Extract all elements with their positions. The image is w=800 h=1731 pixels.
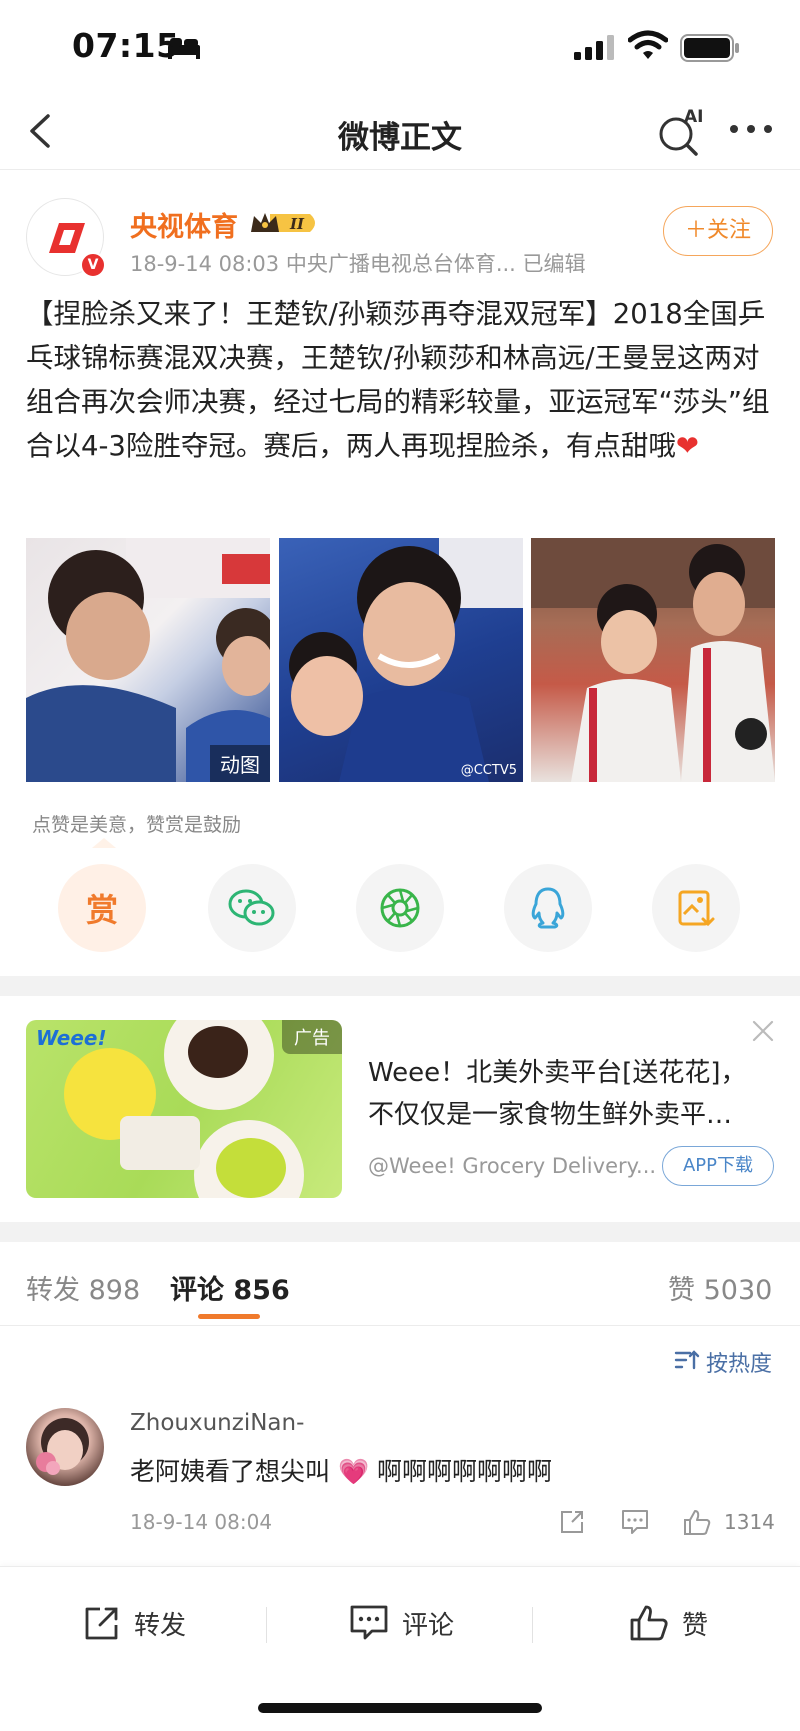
- follow-button[interactable]: ＋关注: [663, 206, 773, 256]
- author-name[interactable]: 央视体育: [130, 205, 238, 244]
- photo-portrait-scene: [289, 538, 523, 782]
- bottom-divider-1: [266, 1607, 267, 1643]
- comment-username[interactable]: ZhouxunziNan-: [130, 1410, 304, 1436]
- comment-like-count: 1314: [724, 1510, 775, 1534]
- active-tab-indicator: [198, 1314, 260, 1319]
- reward-hint: 点赞是美意，赞赏是鼓励: [32, 814, 242, 836]
- heart-emoji: ❤: [675, 430, 699, 462]
- comment-avatar-photo: [36, 1418, 89, 1475]
- repost-label: 转发: [134, 1610, 187, 1641]
- comment-like-icon[interactable]: [682, 1508, 712, 1536]
- ad-image[interactable]: Weee! 广告: [26, 1020, 342, 1198]
- like-icon: [630, 1605, 668, 1641]
- ad-title[interactable]: Weee！北美外卖平台[送花花]，不仅仅是一家食物生鲜外卖平…: [368, 1052, 768, 1136]
- share-wechat-button[interactable]: [208, 864, 296, 952]
- status-time: 07:15: [72, 26, 180, 65]
- tab-repost[interactable]: 转发 898: [26, 1268, 140, 1307]
- ad-source: @Weee! Grocery Delivery...: [368, 1154, 657, 1178]
- reward-button[interactable]: 赏: [58, 864, 146, 952]
- sleep-focus-icon: [168, 38, 200, 59]
- sort-label: 按热度: [706, 1352, 773, 1377]
- post-images: 动图 @CCTV5: [26, 538, 776, 782]
- comment-reply-icon[interactable]: [620, 1508, 650, 1536]
- ad-slice-plate: [120, 1116, 200, 1170]
- like-label: 赞: [682, 1610, 709, 1641]
- reward-caret: [92, 838, 116, 848]
- save-image-icon: [678, 890, 715, 927]
- section-divider-2: [0, 1222, 800, 1242]
- share-row: 赏: [0, 864, 800, 954]
- post-meta: 18-9-14 08:03 中央广播电视总台体育... 已编辑: [130, 252, 586, 276]
- moments-icon: [380, 888, 420, 928]
- tab-like[interactable]: 赞 5030: [668, 1268, 772, 1307]
- reward-icon: 赏: [85, 891, 118, 929]
- sort-icon: [674, 1350, 700, 1370]
- verified-badge: V: [80, 252, 106, 278]
- more-icon[interactable]: [728, 114, 774, 144]
- repost-icon: [85, 1607, 118, 1640]
- save-image-button[interactable]: [652, 864, 740, 952]
- comment-icon: [350, 1605, 388, 1640]
- close-icon[interactable]: [750, 1018, 776, 1044]
- wifi-icon: [628, 30, 668, 59]
- comment-button[interactable]: 评论: [348, 1601, 454, 1645]
- ai-search-button[interactable]: AI: [656, 106, 708, 162]
- nav-bar: 微博正文 AI: [0, 96, 800, 170]
- comment-text: 老阿姨看了想尖叫 💗 啊啊啊啊啊啊啊: [130, 1457, 553, 1486]
- repost-button[interactable]: 转发: [82, 1601, 186, 1645]
- gif-badge: 动图: [210, 745, 270, 782]
- home-indicator: [258, 1703, 542, 1713]
- post-image-2[interactable]: @CCTV5: [279, 538, 523, 782]
- vip-crown-icon: II: [251, 213, 315, 233]
- ad-brand-logo: Weee!: [36, 1026, 107, 1050]
- app-download-button[interactable]: APP下载: [662, 1146, 774, 1186]
- ai-label: AI: [684, 107, 703, 127]
- post-text: 【捏脸杀又来了！王楚钦/孙颖莎再夺混双冠军】2018全国乒乓球锦标赛混双决赛，王…: [26, 292, 776, 468]
- status-bar: 07:15: [0, 0, 800, 96]
- ad-matcha-cake: [216, 1138, 286, 1198]
- post-body: 【捏脸杀又来了！王楚钦/孙颖莎再夺混双冠军】2018全国乒乓球锦标赛混双决赛，王…: [26, 298, 770, 462]
- image-watermark: @CCTV5: [460, 763, 517, 778]
- ai-search-icon: AI: [659, 107, 703, 156]
- vip-level: II: [289, 215, 305, 233]
- bottom-divider-2: [532, 1607, 533, 1643]
- comment-avatar[interactable]: [26, 1408, 104, 1486]
- comment-share-icon[interactable]: [558, 1508, 586, 1536]
- wechat-icon: [228, 889, 275, 926]
- ad-chocolate-cake: [188, 1026, 248, 1078]
- comment-label: 评论: [402, 1610, 455, 1641]
- qq-icon: [531, 887, 565, 929]
- section-divider: [0, 976, 800, 996]
- like-button[interactable]: 赞: [628, 1601, 708, 1645]
- post-image-1[interactable]: 动图: [26, 538, 270, 782]
- cellular-signal-icon: [574, 35, 614, 60]
- ad-tag: 广告: [282, 1020, 342, 1054]
- share-moments-button[interactable]: [356, 864, 444, 952]
- battery-icon: [680, 34, 739, 62]
- photo-medal-scene: [531, 538, 775, 782]
- post-image-3[interactable]: [531, 538, 775, 782]
- share-qq-button[interactable]: [504, 864, 592, 952]
- tab-comment[interactable]: 评论 856: [170, 1268, 290, 1307]
- comment-time: 18-9-14 08:04: [130, 1510, 273, 1534]
- post-tabs: 转发 898 评论 856 赞 5030: [0, 1242, 800, 1326]
